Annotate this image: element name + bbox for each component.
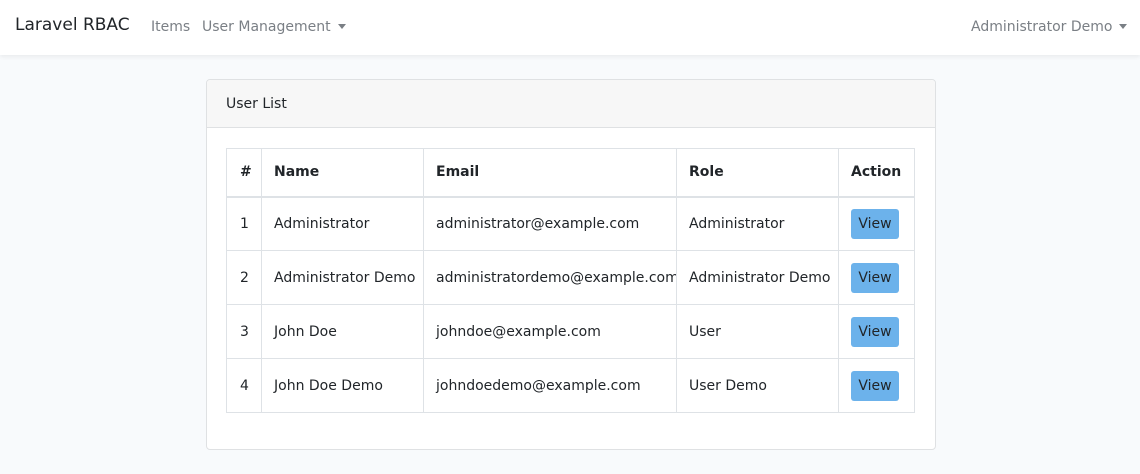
nav-link-items[interactable]: Items [151, 19, 190, 35]
cell-name: John Doe [261, 304, 424, 359]
cell-number: 3 [226, 304, 262, 359]
view-button[interactable]: View [851, 316, 899, 347]
cell-action: View [838, 196, 915, 251]
user-list-card: User List # Name Email Role Action 1 Adm… [206, 79, 936, 450]
user-table: # Name Email Role Action 1 Administrator… [226, 148, 915, 413]
column-header-email: Email [423, 148, 677, 198]
cell-role: Administrator Demo [676, 250, 839, 305]
table-header-row: # Name Email Role Action [226, 148, 915, 198]
cell-role: User [676, 304, 839, 359]
cell-email: johndoe@example.com [423, 304, 677, 359]
card-header: User List [207, 80, 935, 128]
cell-action: View [838, 304, 915, 359]
table-row: 4 John Doe Demo johndoedemo@example.com … [226, 358, 915, 413]
table-row: 2 Administrator Demo administratordemo@e… [226, 250, 915, 305]
view-button[interactable]: View [851, 262, 899, 293]
view-button[interactable]: View [851, 370, 899, 401]
brand-link[interactable]: Laravel RBAC [15, 15, 130, 35]
top-navbar: Laravel RBAC Items User Management Admin… [0, 0, 1140, 55]
view-button[interactable]: View [851, 208, 899, 239]
column-header-role: Role [676, 148, 839, 198]
cell-name: Administrator [261, 196, 424, 251]
column-header-action: Action [838, 148, 915, 198]
account-dropdown[interactable]: Administrator Demo [971, 19, 1128, 35]
cell-name: Administrator Demo [261, 250, 424, 305]
table-row: 3 John Doe johndoe@example.com User View [226, 304, 915, 359]
cell-action: View [838, 358, 915, 413]
cell-email: administratordemo@example.com [423, 250, 677, 305]
card-title: User List [226, 96, 287, 112]
caret-down-icon [337, 24, 346, 29]
nav-dropdown-label: User Management [202, 19, 331, 35]
nav-dropdown-user-management[interactable]: User Management [202, 19, 346, 35]
cell-action: View [838, 250, 915, 305]
cell-role: User Demo [676, 358, 839, 413]
account-name: Administrator Demo [971, 19, 1113, 35]
column-header-name: Name [261, 148, 424, 198]
cell-number: 4 [226, 358, 262, 413]
column-header-number: # [226, 148, 262, 198]
table-row: 1 Administrator administrator@example.co… [226, 196, 915, 251]
cell-email: johndoedemo@example.com [423, 358, 677, 413]
cell-number: 1 [226, 196, 262, 251]
cell-number: 2 [226, 250, 262, 305]
caret-down-icon [1119, 24, 1128, 29]
cell-name: John Doe Demo [261, 358, 424, 413]
cell-email: administrator@example.com [423, 196, 677, 251]
cell-role: Administrator [676, 196, 839, 251]
